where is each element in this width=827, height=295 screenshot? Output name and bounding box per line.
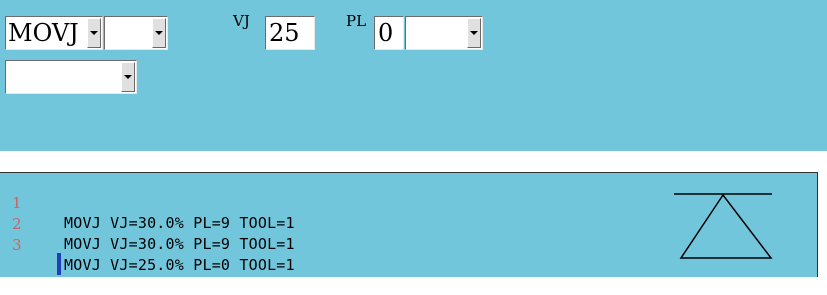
chevron-down-icon[interactable] bbox=[87, 18, 101, 48]
line-text: MOVJ VJ=30.0% PL=9 TOOL=1 bbox=[64, 235, 295, 253]
text-caret bbox=[57, 253, 61, 275]
command-select-value: MOVJ bbox=[8, 19, 79, 47]
command-select[interactable]: MOVJ bbox=[5, 16, 103, 50]
program-line[interactable]: 2 MOVJ VJ=30.0% PL=9 TOOL=1 bbox=[0, 194, 295, 253]
option-select-2[interactable] bbox=[405, 16, 483, 50]
option-select-3[interactable] bbox=[5, 60, 137, 94]
chevron-down-icon[interactable] bbox=[121, 62, 135, 92]
program-line[interactable]: 1 MOVJ VJ=30.0% PL=9 TOOL=1 bbox=[0, 173, 295, 232]
program-line[interactable]: 3 MOVJ VJ=25.0% PL=0 TOOL=1 bbox=[0, 215, 295, 274]
line-text: MOVJ VJ=25.0% PL=0 TOOL=1 bbox=[64, 256, 295, 274]
pl-label: PL bbox=[346, 12, 367, 30]
line-number: 3 bbox=[12, 236, 22, 254]
chevron-down-icon[interactable] bbox=[467, 18, 481, 48]
vj-label: VJ bbox=[233, 12, 250, 30]
option-select-1[interactable] bbox=[104, 16, 168, 50]
chevron-down-icon[interactable] bbox=[152, 18, 166, 48]
vj-input[interactable]: 25 bbox=[265, 16, 315, 50]
delta-triangle-icon bbox=[674, 193, 773, 259]
program-listing[interactable]: 1 MOVJ VJ=30.0% PL=9 TOOL=1 2 MOVJ VJ=30… bbox=[0, 172, 818, 277]
line-text: MOVJ VJ=30.0% PL=9 TOOL=1 bbox=[64, 214, 295, 232]
pl-input[interactable]: 0 bbox=[374, 16, 404, 50]
instruction-editor-panel: MOVJ VJ 25 PL 0 bbox=[0, 0, 827, 151]
